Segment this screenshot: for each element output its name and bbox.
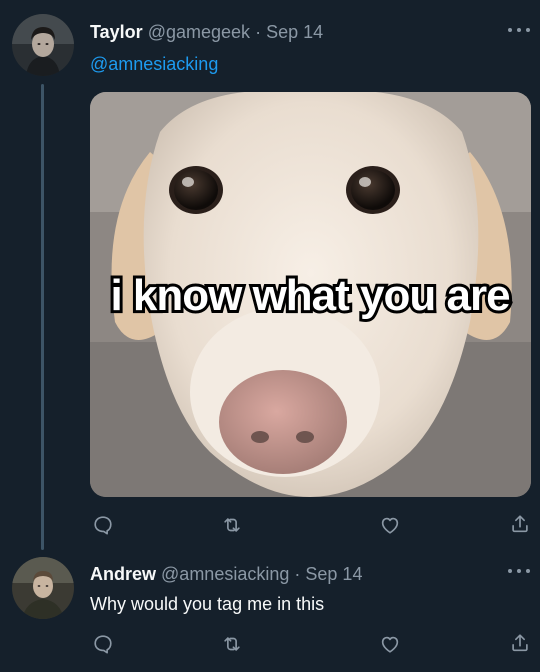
avatar-image [12, 14, 74, 76]
more-dots-icon[interactable] [508, 567, 530, 575]
author-name[interactable]: Taylor [90, 22, 143, 42]
mention-link[interactable]: @amnesiacking [90, 53, 218, 75]
retweet-button[interactable] [221, 633, 243, 655]
author-name[interactable]: Andrew [90, 564, 156, 584]
tweet-text: Why would you tag me in this [90, 594, 325, 614]
reply-button[interactable] [92, 633, 114, 655]
author-handle[interactable]: @gamegeek [148, 22, 250, 42]
share-button[interactable] [509, 632, 531, 654]
share-button[interactable] [509, 513, 531, 535]
share-icon [512, 515, 528, 533]
dog-meme-image: i know what you are [90, 92, 531, 497]
tweet-date[interactable]: Sep 14 [266, 22, 323, 42]
avatar-image [12, 557, 74, 619]
reply-button[interactable] [92, 514, 114, 536]
author-handle[interactable]: @amnesiacking [161, 564, 289, 584]
meme-caption: i know what you are [110, 271, 509, 320]
tweet-header: Andrew @amnesiacking · Sep 14 [90, 563, 362, 585]
heart-icon [381, 636, 399, 653]
thread-connector [41, 84, 44, 550]
separator-dot: · [294, 564, 301, 584]
timeline: Taylor @gamegeek · Sep 14 @amnesiacking [0, 0, 540, 672]
heart-icon [381, 517, 399, 534]
retweet-icon [224, 637, 240, 651]
like-button[interactable] [379, 514, 401, 536]
more-dots-icon[interactable] [508, 26, 530, 34]
retweet-icon [224, 518, 240, 532]
separator-dot: · [255, 22, 262, 42]
like-button[interactable] [379, 633, 401, 655]
share-icon [512, 634, 528, 652]
tweet-media-image[interactable]: i know what you are [90, 92, 531, 497]
comment-bubble-icon [94, 516, 112, 535]
retweet-button[interactable] [221, 514, 243, 536]
comment-bubble-icon [94, 635, 112, 654]
andrew-avatar[interactable] [12, 557, 74, 619]
tweet-header: Taylor @gamegeek · Sep 14 [90, 21, 323, 43]
tweet-date[interactable]: Sep 14 [305, 564, 362, 584]
taylor-avatar[interactable] [12, 14, 74, 76]
